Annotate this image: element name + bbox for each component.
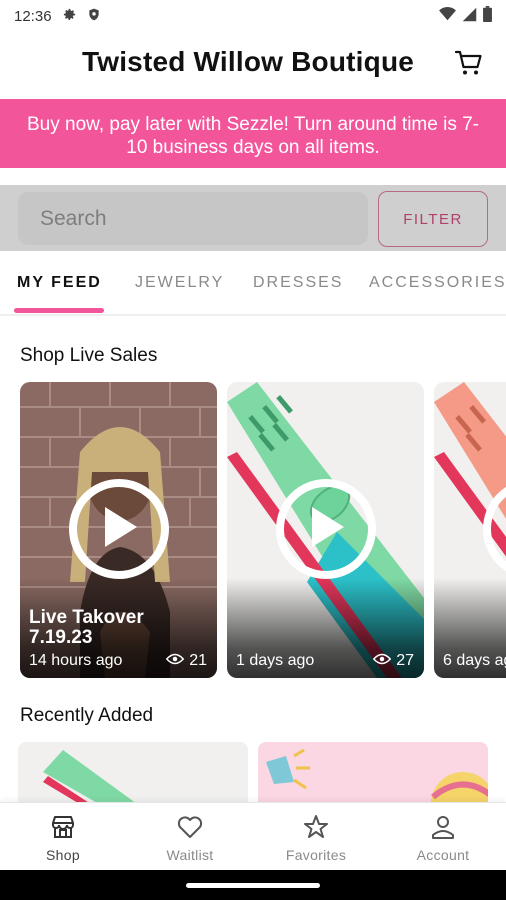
wifi-icon bbox=[439, 7, 456, 25]
live-sales-carousel[interactable]: Live Takover 7.19.23 14 hours ago 21 1 d… bbox=[20, 382, 506, 678]
promo-banner: Buy now, pay later with Sezzle! Turn aro… bbox=[0, 99, 506, 168]
shield-icon bbox=[87, 7, 101, 26]
status-right bbox=[439, 6, 492, 26]
live-sale-time: 6 days ago bbox=[443, 652, 506, 669]
play-button[interactable] bbox=[69, 479, 169, 579]
bottom-navigation: Shop Waitlist Favorites Account bbox=[0, 802, 506, 870]
system-gesture-bar bbox=[0, 870, 506, 900]
promo-banner-text: Buy now, pay later with Sezzle! Turn aro… bbox=[27, 114, 479, 158]
star-icon bbox=[302, 813, 330, 841]
nav-label-shop: Shop bbox=[46, 847, 80, 863]
status-bar: 12:36 bbox=[0, 0, 506, 32]
section-title-recently-added: Recently Added bbox=[20, 705, 154, 726]
signal-icon bbox=[462, 7, 477, 26]
view-count: 21 bbox=[165, 652, 207, 670]
category-tabs: MY FEED JEWELRY DRESSES ACCESSORIES bbox=[0, 258, 506, 316]
view-count: 27 bbox=[372, 652, 414, 670]
nav-item-shop[interactable]: Shop bbox=[0, 803, 126, 871]
app-header: Twisted Willow Boutique bbox=[0, 40, 506, 92]
recently-added-carousel[interactable] bbox=[18, 742, 506, 804]
live-sale-card[interactable]: 6 days ago bbox=[434, 382, 506, 678]
product-thumbnail bbox=[18, 742, 248, 804]
play-icon bbox=[306, 505, 346, 554]
nav-item-favorites[interactable]: Favorites bbox=[253, 803, 379, 871]
product-thumbnail bbox=[258, 742, 488, 804]
tab-my-feed[interactable]: MY FEED bbox=[17, 274, 102, 292]
person-icon bbox=[429, 813, 457, 841]
nav-label-favorites: Favorites bbox=[285, 847, 347, 863]
filter-button[interactable]: FILTER bbox=[378, 191, 488, 247]
gear-icon bbox=[62, 7, 77, 26]
active-tab-indicator bbox=[14, 308, 104, 313]
live-sale-time: 14 hours ago bbox=[29, 652, 123, 669]
home-gesture-handle[interactable] bbox=[186, 883, 320, 888]
nav-label-account: Account bbox=[416, 847, 470, 863]
play-button[interactable] bbox=[276, 479, 376, 579]
tab-dresses[interactable]: DRESSES bbox=[253, 274, 343, 292]
product-card[interactable] bbox=[18, 742, 248, 804]
tab-jewelry[interactable]: JEWELRY bbox=[135, 274, 224, 292]
view-count-value: 21 bbox=[189, 652, 207, 669]
nav-label-waitlist: Waitlist bbox=[166, 847, 214, 863]
search-bar: FILTER bbox=[0, 185, 506, 251]
product-card[interactable] bbox=[258, 742, 488, 804]
cart-icon bbox=[454, 49, 484, 82]
live-sale-time: 1 days ago bbox=[236, 652, 315, 669]
status-time: 12:36 bbox=[14, 7, 52, 25]
view-count-value: 27 bbox=[396, 652, 414, 669]
live-sale-card[interactable]: 1 days ago 27 bbox=[227, 382, 424, 678]
eye-icon bbox=[165, 652, 185, 670]
play-icon bbox=[99, 505, 139, 554]
battery-icon bbox=[483, 6, 492, 26]
cart-button[interactable] bbox=[452, 48, 486, 82]
live-sale-card[interactable]: Live Takover 7.19.23 14 hours ago 21 bbox=[20, 382, 217, 678]
eye-icon bbox=[372, 652, 392, 670]
live-sale-title: Live Takover 7.19.23 bbox=[29, 607, 144, 648]
nav-item-waitlist[interactable]: Waitlist bbox=[127, 803, 253, 871]
page-title: Twisted Willow Boutique bbox=[82, 46, 415, 77]
shop-icon bbox=[49, 813, 77, 841]
tab-accessories[interactable]: ACCESSORIES bbox=[369, 274, 506, 292]
nav-item-account[interactable]: Account bbox=[380, 803, 506, 871]
status-left: 12:36 bbox=[14, 7, 101, 26]
heart-icon bbox=[176, 813, 204, 841]
search-input[interactable] bbox=[18, 192, 368, 245]
section-title-live-sales: Shop Live Sales bbox=[20, 345, 158, 366]
